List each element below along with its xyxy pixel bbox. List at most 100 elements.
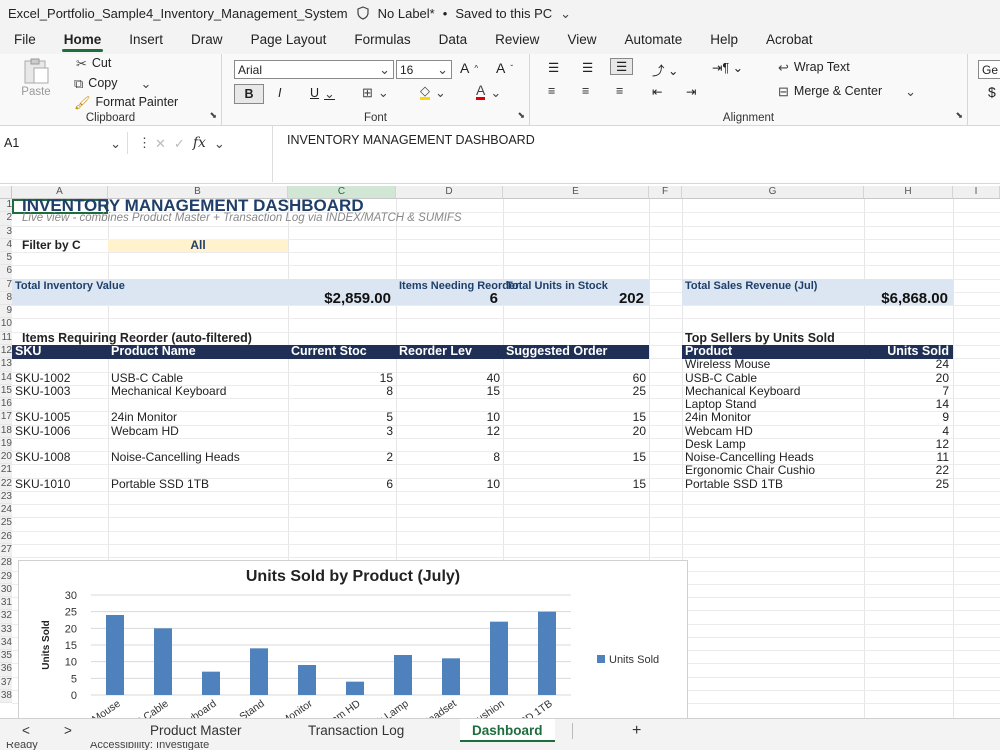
increase-indent-icon[interactable]: ⇥ bbox=[686, 84, 696, 99]
worksheet-grid[interactable]: A B C D E F G H I 1 2 3 4 5 6 7 8 9 10 11 12 13 14 15 16 17 18 19 20… bbox=[0, 186, 1000, 718]
row-header-22[interactable]: 22 bbox=[0, 477, 12, 491]
tab-transaction-log[interactable]: Transaction Log bbox=[308, 719, 404, 743]
tab-product-master[interactable]: Product Master bbox=[150, 719, 242, 743]
bold-button[interactable]: B bbox=[234, 84, 264, 104]
chevron-down-icon[interactable]: ⌄ bbox=[214, 137, 225, 150]
menu-draw[interactable]: Draw bbox=[177, 26, 237, 54]
row-header-1[interactable]: 1 bbox=[0, 199, 12, 213]
cancel-icon[interactable]: ✕ bbox=[155, 137, 166, 150]
decrease-font-icon[interactable]: Aˇ bbox=[496, 60, 513, 76]
row-header-34[interactable]: 34 bbox=[0, 636, 12, 651]
row-header-37[interactable]: 37 bbox=[0, 676, 12, 690]
font-size-select[interactable]: 16 ⌄ bbox=[396, 60, 452, 79]
menu-insert[interactable]: Insert bbox=[115, 26, 177, 54]
row-header-6[interactable]: 6 bbox=[0, 265, 12, 279]
formula-input[interactable]: INVENTORY MANAGEMENT DASHBOARD bbox=[272, 126, 1000, 182]
wrap-text-button[interactable]: ↩ Wrap Text bbox=[778, 60, 850, 74]
name-box[interactable]: A1 ⌄ bbox=[0, 132, 128, 154]
row-header-29[interactable]: 29 bbox=[0, 570, 12, 584]
menu-help[interactable]: Help bbox=[696, 26, 752, 54]
align-right-icon[interactable]: ≡ bbox=[616, 84, 623, 98]
column-header-d[interactable]: D bbox=[396, 186, 503, 199]
menu-automate[interactable]: Automate bbox=[610, 26, 696, 54]
sensitivity-label[interactable]: No Label* bbox=[378, 6, 435, 21]
row-header-12[interactable]: 12 bbox=[0, 344, 12, 359]
row-header-10[interactable]: 10 bbox=[0, 318, 12, 332]
font-color-button[interactable]: A ⌄ bbox=[476, 83, 501, 100]
add-sheet-icon[interactable]: + bbox=[632, 719, 641, 743]
row-header-31[interactable]: 31 bbox=[0, 597, 12, 611]
merge-center-button[interactable]: ⊟ Merge & Center ⌄ bbox=[778, 84, 916, 98]
italic-button[interactable]: I bbox=[278, 86, 281, 100]
orientation-icon[interactable]: ⤴ ⌄ bbox=[652, 60, 678, 79]
dialog-launcher-icon[interactable]: ⬊ bbox=[517, 109, 525, 122]
row-header-16[interactable]: 16 bbox=[0, 398, 12, 412]
row-header-3[interactable]: 3 bbox=[0, 225, 12, 239]
tab-scroll-left-icon[interactable]: < bbox=[22, 719, 30, 743]
menu-home[interactable]: Home bbox=[50, 26, 116, 54]
menu-formulas[interactable]: Formulas bbox=[340, 26, 424, 54]
row-header-14[interactable]: 14 bbox=[0, 371, 12, 385]
number-format-select[interactable]: Ge bbox=[978, 60, 1000, 79]
row-header-38[interactable]: 38 bbox=[0, 689, 12, 704]
align-middle-icon[interactable]: ☰ bbox=[582, 60, 593, 75]
decrease-indent-icon[interactable]: ⇤ bbox=[652, 84, 662, 99]
row-header-20[interactable]: 20 bbox=[0, 451, 12, 465]
tab-scroll-right-icon[interactable]: > bbox=[64, 719, 72, 743]
increase-font-icon[interactable]: A ^ bbox=[460, 60, 478, 76]
row-header-11[interactable]: 11 bbox=[0, 331, 12, 345]
dialog-launcher-icon[interactable]: ⬊ bbox=[955, 109, 963, 122]
row-header-35[interactable]: 35 bbox=[0, 650, 12, 664]
menu-review[interactable]: Review bbox=[481, 26, 553, 54]
check-icon[interactable]: ✓ bbox=[174, 137, 185, 150]
column-header-i[interactable]: I bbox=[953, 186, 1000, 199]
row-header-32[interactable]: 32 bbox=[0, 610, 12, 624]
more-options-icon[interactable]: ⋮ bbox=[138, 136, 151, 149]
row-header-26[interactable]: 26 bbox=[0, 530, 12, 545]
column-header-g[interactable]: G bbox=[682, 186, 864, 199]
row-header-33[interactable]: 33 bbox=[0, 623, 12, 637]
row-header-19[interactable]: 19 bbox=[0, 437, 12, 452]
row-header-9[interactable]: 9 bbox=[0, 305, 12, 319]
text-direction-icon[interactable]: ⇥¶ ⌄ bbox=[712, 60, 743, 75]
format-painter-button[interactable]: 🖌 Format Painter bbox=[74, 95, 178, 109]
save-state[interactable]: Saved to this PC bbox=[455, 6, 552, 21]
menu-data[interactable]: Data bbox=[425, 26, 482, 54]
menu-file[interactable]: File bbox=[0, 26, 50, 54]
row-header-17[interactable]: 17 bbox=[0, 411, 12, 425]
row-header-2[interactable]: 2 bbox=[0, 212, 12, 226]
column-header-f[interactable]: F bbox=[649, 186, 682, 199]
row-header-4[interactable]: 4 bbox=[0, 238, 12, 253]
align-left-icon[interactable]: ≡ bbox=[548, 84, 555, 98]
row-header-18[interactable]: 18 bbox=[0, 424, 12, 438]
menu-page-layout[interactable]: Page Layout bbox=[237, 26, 341, 54]
chevron-down-icon[interactable]: ⌄ bbox=[140, 77, 151, 90]
units-sold-chart[interactable]: Units Sold by Product (July) 0 5 10 15 20 25 30… bbox=[18, 560, 688, 718]
align-center-icon[interactable]: ≡ bbox=[582, 84, 589, 98]
row-header-7[interactable]: 7 bbox=[0, 278, 12, 292]
select-all-corner[interactable] bbox=[0, 186, 12, 199]
row-header-5[interactable]: 5 bbox=[0, 252, 12, 266]
chevron-down-icon[interactable]: ⌄ bbox=[560, 7, 571, 20]
row-header-24[interactable]: 24 bbox=[0, 504, 12, 518]
chevron-down-icon[interactable]: ⌄ bbox=[905, 85, 916, 98]
row-header-15[interactable]: 15 bbox=[0, 384, 12, 399]
status-accessibility[interactable]: Accessibility: Investigate bbox=[90, 742, 209, 750]
borders-button[interactable]: ⊞ ⌄ bbox=[362, 86, 389, 99]
fx-icon[interactable]: fx bbox=[193, 135, 206, 151]
chevron-down-icon[interactable]: ⌄ bbox=[324, 87, 335, 100]
row-header-8[interactable]: 8 bbox=[0, 291, 12, 306]
shield-icon[interactable] bbox=[356, 6, 370, 20]
row-header-13[interactable]: 13 bbox=[0, 358, 12, 372]
menu-view[interactable]: View bbox=[553, 26, 610, 54]
column-header-h[interactable]: H bbox=[864, 186, 953, 199]
cut-button[interactable]: ✂ Cut bbox=[76, 56, 111, 70]
column-header-e[interactable]: E bbox=[503, 186, 649, 199]
paste-button[interactable]: Paste bbox=[20, 58, 52, 98]
currency-button[interactable]: $ bbox=[988, 84, 996, 100]
row-header-36[interactable]: 36 bbox=[0, 663, 12, 677]
row-header-27[interactable]: 27 bbox=[0, 544, 12, 558]
row-header-28[interactable]: 28 bbox=[0, 557, 12, 571]
underline-button[interactable]: U ⌄ bbox=[310, 86, 335, 100]
tab-dashboard[interactable]: Dashboard bbox=[460, 719, 555, 743]
